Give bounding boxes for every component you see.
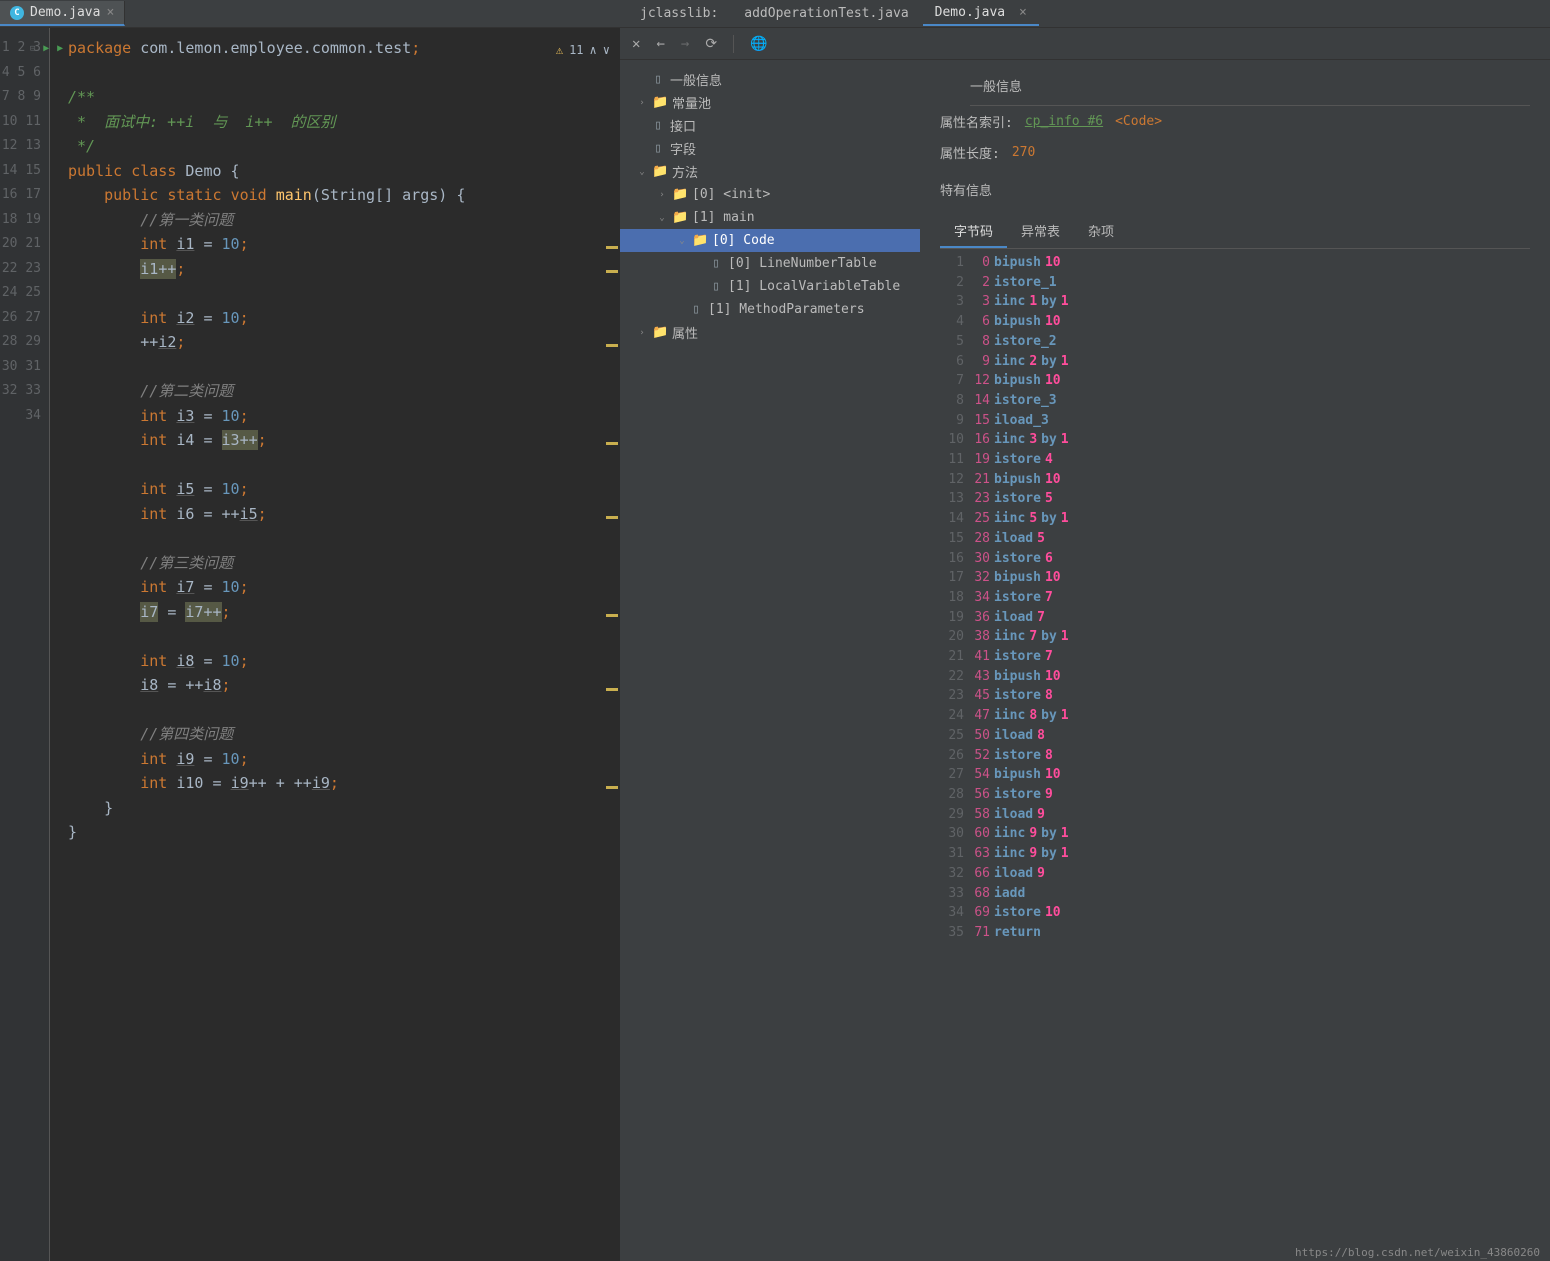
jclasslib-tab-bar: jclasslib: addOperationTest.java Demo.ja… — [620, 0, 1550, 28]
bytecode-row[interactable]: 15 28 iload 5 — [944, 529, 1526, 549]
back-icon[interactable]: ← — [656, 36, 664, 52]
bytecode-row[interactable]: 17 32 bipush 10 — [944, 568, 1526, 588]
bytecode-row[interactable]: 5 8 istore_2 — [944, 332, 1526, 352]
bytecode-row[interactable]: 28 56 istore 9 — [944, 785, 1526, 805]
jclasslib-body: ▯一般信息 ›📁常量池 ▯接口 ▯字段 ⌄📁方法 ›📁[0] <init> ⌄📁… — [620, 60, 1550, 1261]
bytecode-row[interactable]: 4 6 bipush 10 — [944, 312, 1526, 332]
warning-count: 11 — [569, 38, 583, 63]
code-editor[interactable]: 1 2 3 4 5 6 7 8 9 10 11 12 13 14 15 16 1… — [0, 28, 620, 1261]
bytecode-tabs: 字节码 异常表 杂项 — [940, 215, 1530, 249]
bytecode-row[interactable]: 13 23 istore 5 — [944, 489, 1526, 509]
tree-constant-pool[interactable]: ›📁常量池 — [620, 91, 920, 114]
editor-panel: C Demo.java × 1 2 3 4 5 6 7 8 9 10 11 12… — [0, 0, 620, 1261]
tree-fields[interactable]: ▯字段 — [620, 137, 920, 160]
bytecode-row[interactable]: 26 52 istore 8 — [944, 746, 1526, 766]
detail-panel: 一般信息 属性名索引: cp_info #6 <Code> 属性长度: 270 … — [920, 60, 1550, 1261]
tree-method-init[interactable]: ›📁[0] <init> — [620, 183, 920, 206]
close-icon[interactable]: ✕ — [632, 36, 640, 52]
editor-tab-demo[interactable]: C Demo.java × — [0, 1, 125, 26]
bytecode-row[interactable]: 20 38 iinc 7 by 1 — [944, 627, 1526, 647]
tree-code-attribute[interactable]: ⌄📁[0] Code — [620, 229, 920, 252]
bytecode-row[interactable]: 10 16 iinc 3 by 1 — [944, 430, 1526, 450]
class-structure-tree[interactable]: ▯一般信息 ›📁常量池 ▯接口 ▯字段 ⌄📁方法 ›📁[0] <init> ⌄📁… — [620, 60, 920, 1261]
tab-exception-table[interactable]: 异常表 — [1007, 215, 1074, 248]
bytecode-row[interactable]: 34 69 istore 10 — [944, 903, 1526, 923]
bytecode-row[interactable]: 27 54 bipush 10 — [944, 765, 1526, 785]
tab-bytecode[interactable]: 字节码 — [940, 215, 1007, 248]
bytecode-row[interactable]: 25 50 iload 8 — [944, 726, 1526, 746]
bytecode-row[interactable]: 12 21 bipush 10 — [944, 470, 1526, 490]
bytecode-row[interactable]: 1 0 bipush 10 — [944, 253, 1526, 273]
tree-method-main[interactable]: ⌄📁[1] main — [620, 206, 920, 229]
bytecode-row[interactable]: 32 66 iload 9 — [944, 864, 1526, 884]
tree-local-variable-table[interactable]: ▯[1] LocalVariableTable — [620, 275, 920, 298]
watermark: https://blog.csdn.net/weixin_43860260 — [1295, 1246, 1540, 1259]
bytecode-row[interactable]: 9 15 iload_3 — [944, 411, 1526, 431]
bytecode-row[interactable]: 8 14 istore_3 — [944, 391, 1526, 411]
close-icon[interactable]: × — [106, 5, 114, 20]
bytecode-listing[interactable]: 1 0 bipush 102 2 istore_13 3 iinc 1 by 1… — [940, 249, 1530, 1249]
jclasslib-toolbar: ✕ ← → ⟳ 🌐 — [620, 28, 1550, 60]
tree-methods[interactable]: ⌄📁方法 — [620, 160, 920, 183]
globe-icon[interactable]: 🌐 — [750, 36, 767, 52]
editor-tab-bar: C Demo.java × — [0, 0, 620, 28]
tree-general-info[interactable]: ▯一般信息 — [620, 68, 920, 91]
bytecode-row[interactable]: 2 2 istore_1 — [944, 273, 1526, 293]
nav-down-icon[interactable]: ∨ — [603, 38, 610, 63]
jclasslib-label: jclasslib: — [628, 2, 730, 25]
attr-length-row: 属性长度: 270 — [940, 137, 1530, 168]
tab-misc[interactable]: 杂项 — [1074, 215, 1128, 248]
bytecode-row[interactable]: 7 12 bipush 10 — [944, 371, 1526, 391]
bytecode-row[interactable]: 33 68 iadd — [944, 884, 1526, 904]
bytecode-row[interactable]: 22 43 bipush 10 — [944, 667, 1526, 687]
tab-demo[interactable]: Demo.java × — [923, 1, 1039, 26]
bytecode-row[interactable]: 31 63 iinc 9 by 1 — [944, 844, 1526, 864]
bytecode-row[interactable]: 14 25 iinc 5 by 1 — [944, 509, 1526, 529]
bytecode-row[interactable]: 6 9 iinc 2 by 1 — [944, 352, 1526, 372]
tab-addoperation[interactable]: addOperationTest.java — [732, 2, 920, 25]
code-content[interactable]: package com.lemon.employee.common.test; … — [50, 28, 620, 1261]
bytecode-row[interactable]: 18 34 istore 7 — [944, 588, 1526, 608]
bytecode-row[interactable]: 11 19 istore 4 — [944, 450, 1526, 470]
tab-label: Demo.java — [30, 5, 100, 20]
attr-name-index-row: 属性名索引: cp_info #6 <Code> — [940, 106, 1530, 137]
bytecode-row[interactable]: 24 47 iinc 8 by 1 — [944, 706, 1526, 726]
class-icon: C — [10, 6, 24, 20]
inspection-bar[interactable]: ⚠ 11 ∧ ∨ — [556, 38, 610, 63]
tree-interfaces[interactable]: ▯接口 — [620, 114, 920, 137]
tree-line-number-table[interactable]: ▯[0] LineNumberTable — [620, 252, 920, 275]
bytecode-row[interactable]: 19 36 iload 7 — [944, 608, 1526, 628]
tree-attributes[interactable]: ›📁属性 — [620, 321, 920, 344]
close-icon[interactable]: × — [1019, 5, 1027, 20]
warning-icon: ⚠ — [556, 38, 563, 63]
jclasslib-panel: jclasslib: addOperationTest.java Demo.ja… — [620, 0, 1550, 1261]
detail-header: 一般信息 — [970, 72, 1530, 106]
refresh-icon[interactable]: ⟳ — [705, 36, 717, 52]
bytecode-row[interactable]: 35 71 return — [944, 923, 1526, 943]
nav-up-icon[interactable]: ∧ — [590, 38, 597, 63]
cpinfo-link[interactable]: cp_info #6 — [1025, 114, 1103, 129]
bytecode-row[interactable]: 3 3 iinc 1 by 1 — [944, 292, 1526, 312]
special-info-label: 特有信息 — [940, 168, 1530, 203]
forward-icon[interactable]: → — [681, 36, 689, 52]
bytecode-row[interactable]: 30 60 iinc 9 by 1 — [944, 824, 1526, 844]
line-number-gutter: 1 2 3 4 5 6 7 8 9 10 11 12 13 14 15 16 1… — [0, 28, 50, 1261]
bytecode-row[interactable]: 29 58 iload 9 — [944, 805, 1526, 825]
tree-method-parameters[interactable]: ▯[1] MethodParameters — [620, 298, 920, 321]
bytecode-row[interactable]: 16 30 istore 6 — [944, 549, 1526, 569]
bytecode-row[interactable]: 21 41 istore 7 — [944, 647, 1526, 667]
bytecode-row[interactable]: 23 45 istore 8 — [944, 686, 1526, 706]
